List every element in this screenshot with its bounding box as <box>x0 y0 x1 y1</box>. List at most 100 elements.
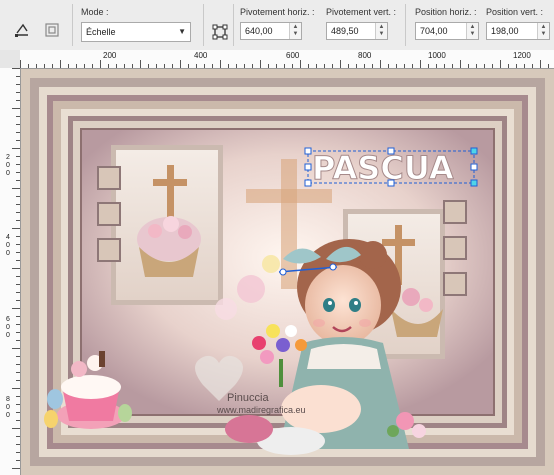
ruler-tick <box>84 64 85 68</box>
ruler-label: 6 0 0 <box>6 316 10 339</box>
selection-handle <box>470 147 478 155</box>
ruler-tick <box>492 64 493 68</box>
ruler-tick <box>16 140 20 141</box>
ruler-tick <box>12 188 20 189</box>
position-vertical-value: 198,00 <box>491 26 519 36</box>
rotation-horizontal-field[interactable]: 640,00 ▲ ▼ <box>240 22 302 40</box>
ruler-tick <box>276 64 277 68</box>
ruler-tick <box>148 64 149 68</box>
selection-handle <box>304 179 312 187</box>
ruler-tick <box>16 452 20 453</box>
ruler-tick <box>16 116 20 117</box>
ruler-tick <box>16 412 20 413</box>
mode-dropdown[interactable]: Échelle ▼ <box>81 22 191 42</box>
ruler-tick <box>540 60 541 68</box>
ruler-tick <box>348 64 349 68</box>
ruler-tick <box>44 64 45 68</box>
position-vertical-spinner[interactable]: ▲ ▼ <box>537 23 549 39</box>
ruler-tick <box>404 64 405 68</box>
ruler-tick <box>164 64 165 68</box>
ruler-tick <box>508 64 509 68</box>
reset-transform-icon[interactable] <box>10 18 34 42</box>
ruler-tick <box>156 64 157 68</box>
ruler-tick <box>52 64 53 68</box>
position-horizontal-spinner[interactable]: ▲ ▼ <box>466 23 478 39</box>
chevron-down-icon: ▼ <box>178 27 186 36</box>
selection-handle <box>304 163 312 171</box>
ruler-tick <box>172 64 173 68</box>
ruler-tick <box>92 64 93 68</box>
vertical-ruler[interactable]: 2 0 0 4 0 0 6 0 0 8 0 0 <box>0 68 21 475</box>
ruler-tick <box>60 60 61 68</box>
ruler-tick <box>16 220 20 221</box>
ruler-label: 800 <box>358 51 372 60</box>
ruler-tick <box>16 236 20 237</box>
ruler-tick <box>16 156 20 157</box>
ruler-tick <box>16 284 20 285</box>
ruler-tick <box>16 212 20 213</box>
position-horizontal-value: 704,00 <box>420 26 448 36</box>
ruler-tick <box>428 64 429 68</box>
ruler-label: 400 <box>194 51 208 60</box>
node-edit-icon[interactable] <box>208 20 232 44</box>
ruler-tick <box>12 68 20 69</box>
ruler-tick <box>332 64 333 68</box>
rotation-horizontal-label: Pivotement horiz. : <box>240 7 315 17</box>
ruler-tick <box>12 468 20 469</box>
rotation-horizontal-value: 640,00 <box>245 26 273 36</box>
ruler-tick <box>108 64 109 68</box>
ruler-tick <box>76 64 77 68</box>
ruler-tick <box>12 268 20 269</box>
ruler-tick <box>252 64 253 68</box>
ruler-tick <box>16 316 20 317</box>
ruler-tick <box>308 64 309 68</box>
ruler-tick <box>124 64 125 68</box>
position-vertical-field[interactable]: 198,00 ▲ ▼ <box>486 22 550 40</box>
canvas-title[interactable]: PASCUA <box>312 149 455 188</box>
ruler-tick <box>412 64 413 68</box>
ruler-tick <box>180 60 181 68</box>
pick-tool-icon[interactable] <box>40 18 64 42</box>
ruler-tick <box>212 64 213 68</box>
ruler-tick <box>268 64 269 68</box>
ruler-tick <box>316 64 317 68</box>
ruler-tick <box>300 60 301 68</box>
ruler-tick <box>452 64 453 68</box>
ruler-tick <box>16 172 20 173</box>
ruler-tick <box>500 60 501 68</box>
ruler-tick <box>116 64 117 68</box>
rotation-horizontal-spinner[interactable]: ▲ ▼ <box>289 23 301 39</box>
ruler-tick <box>244 64 245 68</box>
watermark-name: Pinuccia <box>227 392 269 404</box>
ruler-label: 600 <box>286 51 300 60</box>
ruler-tick <box>16 332 20 333</box>
watermark-site: www.madiregrafica.eu <box>216 405 306 415</box>
ruler-tick <box>516 64 517 68</box>
horizontal-ruler[interactable]: 020040060080010001200 <box>20 50 554 69</box>
image-canvas[interactable]: Pinuccia www.madiregrafica.eu PASCUA <box>21 69 554 475</box>
tool-options-toolbar: Mode : Échelle ▼ Pivotement horiz. : 640… <box>0 0 554 51</box>
ruler-tick <box>228 64 229 68</box>
selection-handle <box>387 147 395 155</box>
ruler-tick <box>548 64 549 68</box>
rotation-vertical-spinner[interactable]: ▲ ▼ <box>375 23 387 39</box>
ruler-tick <box>16 100 20 101</box>
position-horizontal-field[interactable]: 704,00 ▲ ▼ <box>415 22 479 40</box>
ruler-tick <box>16 396 20 397</box>
selection-handle <box>387 179 395 187</box>
ruler-tick <box>196 64 197 68</box>
artwork: Pinuccia www.madiregrafica.eu PASCUA <box>21 69 554 475</box>
ruler-tick <box>16 404 20 405</box>
ruler-tick <box>364 64 365 68</box>
ruler-tick <box>16 84 20 85</box>
ruler-tick <box>16 180 20 181</box>
ruler-tick <box>468 64 469 68</box>
ruler-tick <box>16 76 20 77</box>
ruler-tick <box>28 64 29 68</box>
ruler-tick <box>436 64 437 68</box>
ruler-corner <box>0 50 20 68</box>
ruler-tick <box>16 132 20 133</box>
ruler-tick <box>340 60 341 68</box>
rotation-vertical-field[interactable]: 489,50 ▲ ▼ <box>326 22 388 40</box>
ruler-tick <box>16 340 20 341</box>
